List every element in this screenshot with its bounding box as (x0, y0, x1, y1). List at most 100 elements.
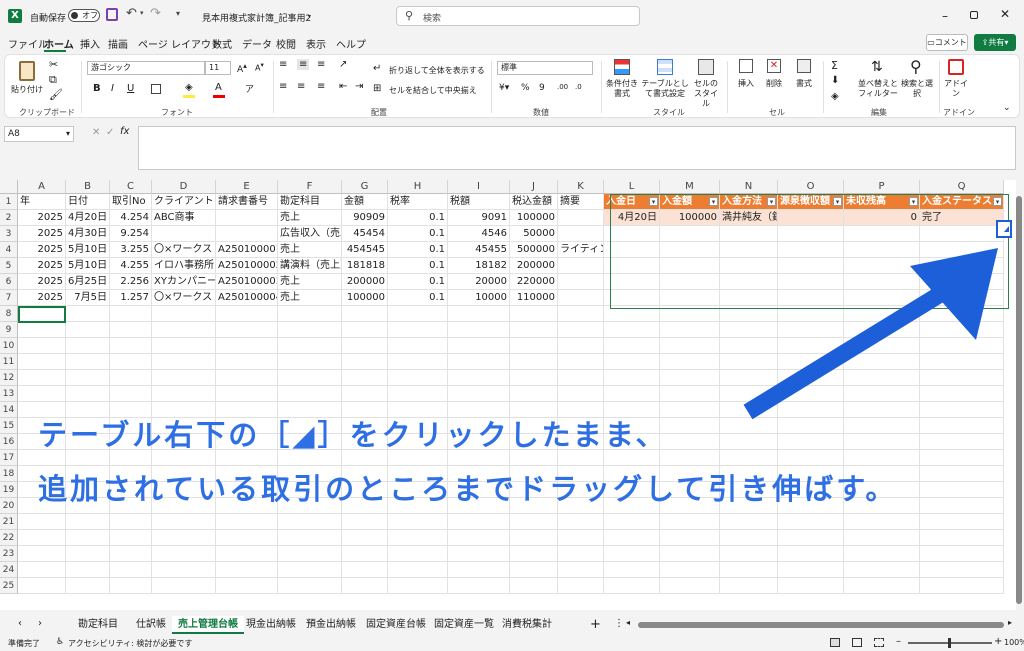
cell-M12[interactable] (660, 370, 720, 386)
cell-Q22[interactable] (920, 530, 1004, 546)
font-name-select[interactable]: 游ゴシック (87, 61, 205, 75)
cell-K13[interactable] (558, 386, 604, 402)
cell-F7[interactable]: 売上 (278, 290, 342, 306)
horizontal-scrollbar[interactable] (638, 622, 1004, 628)
cell-C12[interactable] (110, 370, 152, 386)
cell-I2[interactable]: 9091 (448, 210, 510, 226)
cell-L6[interactable] (604, 274, 660, 290)
cell-B2[interactable]: 4月20日 (66, 210, 110, 226)
zoom-out-icon[interactable]: – (896, 636, 901, 647)
delete-cells-button[interactable]: ✕ 削除 (761, 57, 787, 103)
fill-color-icon[interactable]: ◈ (185, 82, 193, 93)
menu-home[interactable]: ホーム (44, 36, 74, 51)
wrap-text-button[interactable]: 折り返して全体を表示する (389, 65, 485, 76)
cell-D9[interactable] (152, 322, 216, 338)
decrease-decimal-icon[interactable]: .0 (575, 83, 582, 91)
cell-K9[interactable] (558, 322, 604, 338)
cell-B1[interactable]: 日付 (66, 194, 110, 210)
cell-B25[interactable] (66, 578, 110, 594)
column-header-P[interactable]: P (844, 180, 920, 194)
cell-M2[interactable]: 100000 (660, 210, 720, 226)
cell-C2[interactable]: 4.254 (110, 210, 152, 226)
cell-B5[interactable]: 5月10日 (66, 258, 110, 274)
cell-J23[interactable] (510, 546, 558, 562)
cell-N22[interactable] (720, 530, 778, 546)
column-header-I[interactable]: I (448, 180, 510, 194)
cell-G4[interactable]: 454545 (342, 242, 388, 258)
format-painter-icon[interactable]: 🖌 (49, 88, 63, 101)
filter-dropdown-icon[interactable]: ▾ (833, 197, 842, 206)
cell-D11[interactable] (152, 354, 216, 370)
cell-E13[interactable] (216, 386, 278, 402)
cell-E4[interactable]: A250100001 (216, 242, 278, 258)
cell-F2[interactable]: 売上 (278, 210, 342, 226)
cell-I5[interactable]: 18182 (448, 258, 510, 274)
cell-C9[interactable] (110, 322, 152, 338)
column-header-L[interactable]: L (604, 180, 660, 194)
cell-B23[interactable] (66, 546, 110, 562)
row-header-20[interactable]: 20 (0, 498, 18, 514)
row-header-5[interactable]: 5 (0, 258, 18, 274)
cell-F8[interactable] (278, 306, 342, 322)
border-icon[interactable] (151, 84, 161, 94)
cell-G11[interactable] (342, 354, 388, 370)
cell-H2[interactable]: 0.1 (388, 210, 448, 226)
cell-C5[interactable]: 4.255 (110, 258, 152, 274)
cell-E24[interactable] (216, 562, 278, 578)
phonetic-icon[interactable]: ア (245, 82, 254, 95)
align-bottom-icon[interactable]: ≡ (317, 59, 325, 70)
row-header-14[interactable]: 14 (0, 402, 18, 418)
cell-P21[interactable] (844, 514, 920, 530)
cell-A21[interactable] (18, 514, 66, 530)
cell-H9[interactable] (388, 322, 448, 338)
row-header-15[interactable]: 15 (0, 418, 18, 434)
row-header-18[interactable]: 18 (0, 466, 18, 482)
cell-P16[interactable] (844, 434, 920, 450)
comma-icon[interactable]: 9 (539, 83, 545, 93)
cell-E22[interactable] (216, 530, 278, 546)
percent-icon[interactable]: % (521, 83, 530, 93)
indent-decrease-icon[interactable]: ⇤ (339, 81, 347, 92)
cell-A23[interactable] (18, 546, 66, 562)
cell-A3[interactable]: 2025 (18, 226, 66, 242)
column-header-F[interactable]: F (278, 180, 342, 194)
cell-E1[interactable]: 請求書番号 (216, 194, 278, 210)
cell-O22[interactable] (778, 530, 844, 546)
cell-Q25[interactable] (920, 578, 1004, 594)
cell-I24[interactable] (448, 562, 510, 578)
cell-P17[interactable] (844, 450, 920, 466)
hscroll-left-icon[interactable]: ◂ (626, 618, 630, 627)
cell-E12[interactable] (216, 370, 278, 386)
ribbon-collapse-icon[interactable]: ⌄ (1003, 103, 1011, 113)
cell-J6[interactable]: 220000 (510, 274, 558, 290)
title-dropdown-icon[interactable]: ⌄ (306, 10, 313, 19)
cell-style-button[interactable]: セルのスタイル (691, 57, 721, 108)
cell-C22[interactable] (110, 530, 152, 546)
sheet-tab-7[interactable]: 消費税集計 (496, 616, 558, 634)
cell-O21[interactable] (778, 514, 844, 530)
cell-I25[interactable] (448, 578, 510, 594)
menu-data[interactable]: データ (242, 36, 272, 51)
cell-Q1[interactable]: 入金ステータス (920, 194, 1004, 210)
cell-O24[interactable] (778, 562, 844, 578)
merge-center-button[interactable]: セルを結合して中央揃え (389, 85, 477, 96)
cell-F1[interactable]: 勘定科目 (278, 194, 342, 210)
cell-M4[interactable] (660, 242, 720, 258)
cell-F9[interactable] (278, 322, 342, 338)
cell-J13[interactable] (510, 386, 558, 402)
cell-M24[interactable] (660, 562, 720, 578)
cell-N21[interactable] (720, 514, 778, 530)
cell-K11[interactable] (558, 354, 604, 370)
cell-Q19[interactable] (920, 482, 1004, 498)
cell-L8[interactable] (604, 306, 660, 322)
cell-F24[interactable] (278, 562, 342, 578)
cell-J1[interactable]: 税込金額 (510, 194, 558, 210)
cell-E10[interactable] (216, 338, 278, 354)
cell-L7[interactable] (604, 290, 660, 306)
cell-B7[interactable]: 7月5日 (66, 290, 110, 306)
cell-I3[interactable]: 4546 (448, 226, 510, 242)
cell-P22[interactable] (844, 530, 920, 546)
column-header-C[interactable]: C (110, 180, 152, 194)
copy-icon[interactable]: ⧉ (49, 73, 57, 87)
cell-O16[interactable] (778, 434, 844, 450)
